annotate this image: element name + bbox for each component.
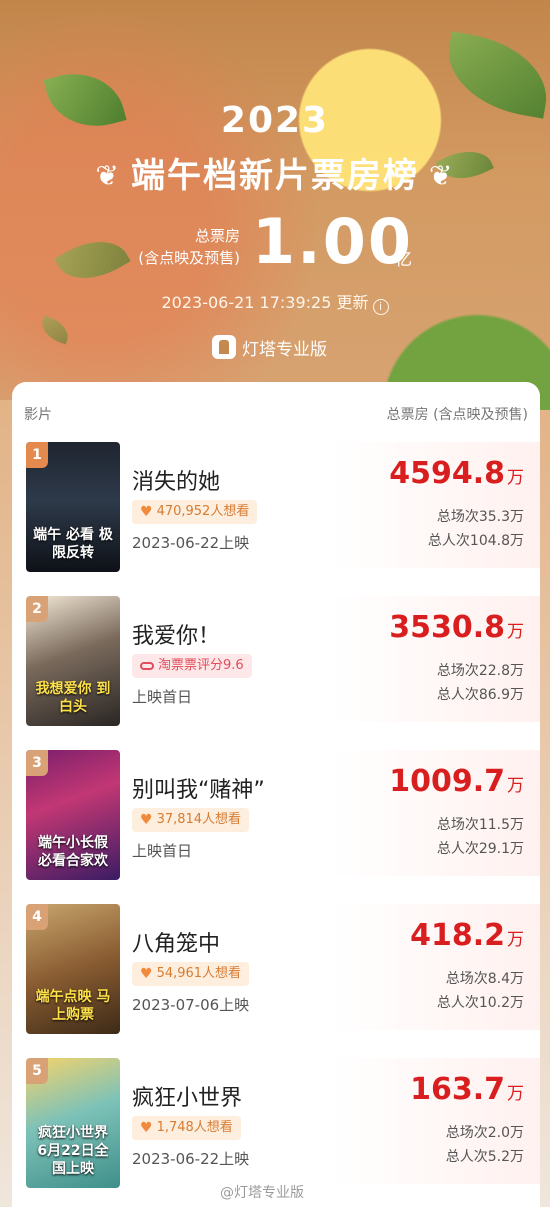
box-office: 1009.7 万 bbox=[389, 764, 524, 799]
rank-badge: 5 bbox=[26, 1058, 48, 1084]
movie-row[interactable]: 2 我想爱你 到白头 我爱你！ 淘票票评分9.6 上映首日 3530.8 万 总场… bbox=[12, 536, 540, 726]
want-badge: ♥ 37,814人想看 bbox=[132, 808, 250, 832]
box-office: 418.2 万 bbox=[410, 918, 524, 953]
brand-name: 灯塔专业版 bbox=[242, 339, 327, 360]
brand-logo-icon bbox=[212, 335, 236, 359]
total-shows: 总场次2.0万 bbox=[445, 1125, 524, 1141]
total-label-line2: (含点映及预售) bbox=[138, 249, 240, 267]
total-attendance: 总人次5.2万 bbox=[445, 1149, 524, 1165]
movie-row[interactable]: 3 端午小长假 必看合家欢 别叫我“赌神” ♥ 37,814人想看 上映首日 10… bbox=[12, 690, 540, 880]
total-shows: 总场次8.4万 bbox=[445, 971, 524, 987]
total-unit: 亿 bbox=[395, 250, 412, 270]
page-title-text: 端午档新片票房榜 bbox=[131, 156, 419, 196]
rank-badge: 3 bbox=[26, 750, 48, 776]
box-office-value: 4594.8 bbox=[389, 456, 505, 491]
total-label: 总票房 (含点映及预售) bbox=[130, 225, 240, 269]
total-value: 1.00 bbox=[252, 205, 413, 278]
update-time[interactable]: 2023-06-21 17:39:25 更新 i bbox=[0, 289, 550, 315]
want-badge: ♥ 54,961人想看 bbox=[132, 962, 250, 986]
heart-icon: ♥ bbox=[140, 504, 153, 520]
heart-icon: ♥ bbox=[140, 966, 153, 982]
info-icon[interactable]: i bbox=[372, 299, 389, 315]
rank-badge: 4 bbox=[26, 904, 48, 930]
total-shows: 总场次11.5万 bbox=[436, 817, 524, 833]
total-shows: 总场次35.3万 bbox=[436, 509, 524, 525]
year-title: 2023 bbox=[220, 100, 330, 141]
box-office-unit: 万 bbox=[507, 1084, 524, 1104]
movie-name: 消失的她 bbox=[132, 470, 221, 495]
box-office-value: 3530.8 bbox=[389, 610, 505, 645]
update-text: 2023-06-21 17:39:25 更新 bbox=[161, 293, 369, 312]
page-title: ❦ 端午档新片票房榜 ❦ bbox=[0, 148, 550, 197]
release-date: 2023-06-22上映 bbox=[132, 1150, 250, 1168]
laurel-right-icon: ❦ bbox=[429, 159, 455, 192]
rating-badge: 淘票票评分9.6 bbox=[132, 654, 252, 678]
ranking-card: 影片 总票房 (含点映及预售) 1 端午 必看 极限反转 消失的她 ♥ 470,9… bbox=[12, 382, 540, 1207]
tag-text: 淘票票评分9.6 bbox=[158, 658, 244, 673]
tag-text: 37,814人想看 bbox=[156, 812, 242, 827]
movie-name: 我爱你！ bbox=[132, 624, 221, 649]
heart-icon: ♥ bbox=[140, 812, 153, 828]
tag-text: 1,748人想看 bbox=[156, 1120, 233, 1135]
want-badge: ♥ 1,748人想看 bbox=[132, 1116, 241, 1140]
brand: 灯塔专业版 bbox=[212, 333, 327, 361]
total-box-office: 总票房 (含点映及预售) 1.00 亿 bbox=[0, 205, 550, 278]
box-office-unit: 万 bbox=[507, 468, 524, 488]
rank-badge: 1 bbox=[26, 442, 48, 468]
tag-text: 470,952人想看 bbox=[156, 504, 250, 519]
movie-name: 别叫我“赌神” bbox=[132, 778, 265, 803]
movie-name: 八角笼中 bbox=[132, 932, 221, 957]
box-office-unit: 万 bbox=[507, 776, 524, 796]
rank-badge: 2 bbox=[26, 596, 48, 622]
leaf-decoration bbox=[37, 315, 73, 345]
movie-poster[interactable]: 5 疯狂小世界 6月22日全国上映 bbox=[26, 1058, 120, 1188]
total-label-line1: 总票房 bbox=[194, 227, 240, 245]
glasses-icon bbox=[140, 662, 154, 670]
hero-banner: 2023 ❦ 端午档新片票房榜 ❦ 总票房 (含点映及预售) 1.00 亿 2023… bbox=[0, 0, 550, 410]
poster-text: 疯狂小世界 6月22日全国上映 bbox=[37, 1125, 109, 1177]
watermark: @灯塔专业版 bbox=[220, 1185, 304, 1201]
movie-row[interactable]: 1 端午 必看 极限反转 消失的她 ♥ 470,952人想看 2023-06-22… bbox=[12, 382, 540, 572]
want-badge: ♥ 470,952人想看 bbox=[132, 500, 258, 524]
movie-name: 疯狂小世界 bbox=[132, 1086, 243, 1111]
box-office: 163.7 万 bbox=[410, 1072, 524, 1107]
box-office-unit: 万 bbox=[507, 930, 524, 950]
box-office-unit: 万 bbox=[507, 622, 524, 642]
box-office: 4594.8 万 bbox=[389, 456, 524, 491]
total-shows: 总场次22.8万 bbox=[436, 663, 524, 679]
laurel-left-icon: ❦ bbox=[95, 159, 121, 192]
box-office-value: 418.2 bbox=[410, 918, 505, 953]
movie-row[interactable]: 4 端午点映 马上购票 八角笼中 ♥ 54,961人想看 2023-07-06上映… bbox=[12, 844, 540, 1034]
box-office-value: 163.7 bbox=[410, 1072, 505, 1107]
tag-text: 54,961人想看 bbox=[156, 966, 242, 981]
box-office-value: 1009.7 bbox=[389, 764, 505, 799]
movie-row[interactable]: 5 疯狂小世界 6月22日全国上映 疯狂小世界 ♥ 1,748人想看 2023-0… bbox=[12, 998, 540, 1188]
box-office: 3530.8 万 bbox=[389, 610, 524, 645]
heart-icon: ♥ bbox=[140, 1120, 153, 1136]
